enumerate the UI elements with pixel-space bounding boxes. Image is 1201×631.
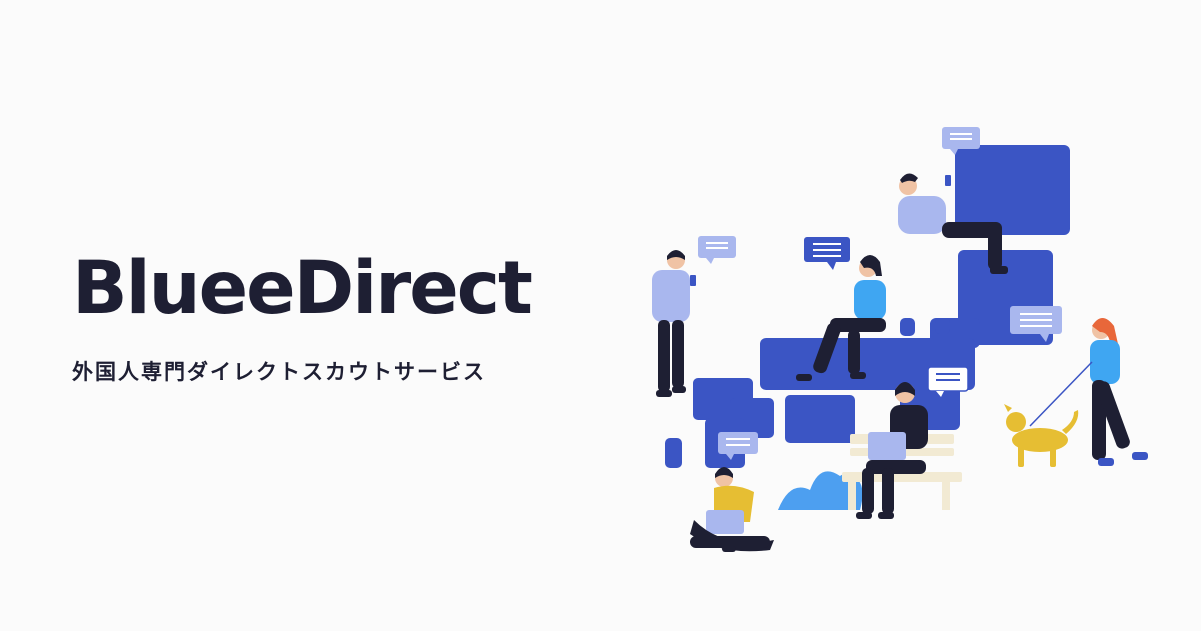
tagline: 外国人専門ダイレクトスカウトサービス [72, 360, 486, 384]
japan-map-people-illustration-icon [640, 110, 1180, 580]
person-laptop-floor-icon [690, 467, 774, 552]
brand-block: BlueeDirect 外国人専門ダイレクトスカウトサービス [72, 252, 572, 386]
person-standing-icon [652, 250, 696, 397]
logo-text: BlueeDirect [72, 246, 533, 331]
